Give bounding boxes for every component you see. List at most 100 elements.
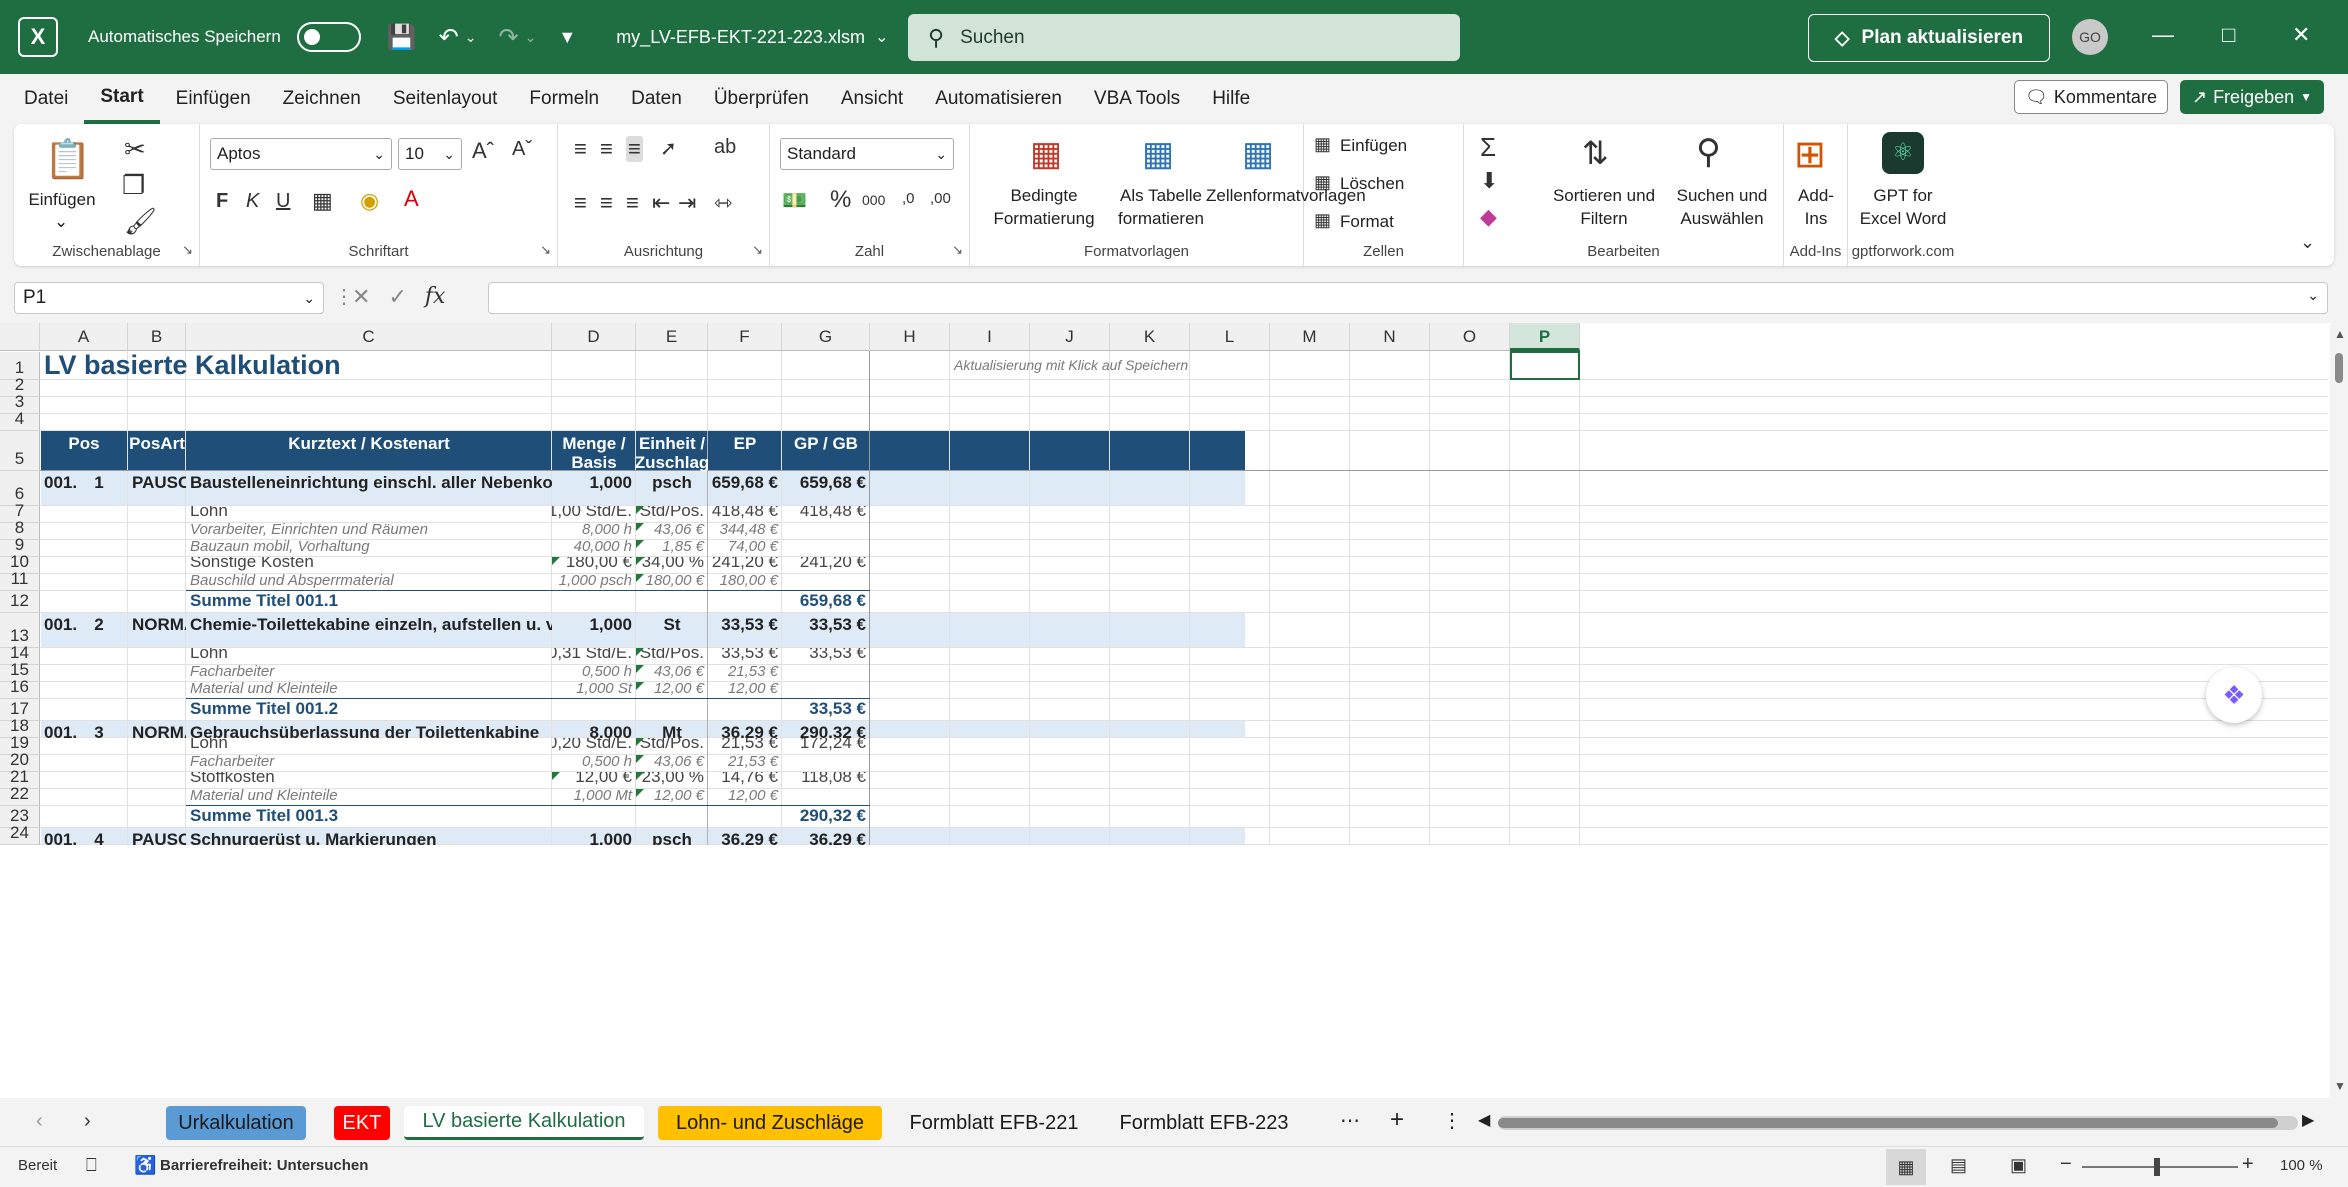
cell-subtext[interactable]: Bauschild und Absperrmaterial xyxy=(186,574,552,591)
zoom-slider[interactable] xyxy=(2082,1158,2238,1176)
cell-sum-value[interactable]: 290,32 € xyxy=(782,806,870,828)
copilot-icon[interactable]: ❖ xyxy=(2206,667,2262,723)
add-sheet-icon[interactable]: + xyxy=(1390,1106,1404,1134)
cell-posart[interactable]: NORMAL xyxy=(128,721,186,738)
name-box[interactable]: P1 ⌄ xyxy=(14,282,324,314)
cell-gb[interactable]: 241,20 € xyxy=(782,557,870,574)
redo-dropdown-icon[interactable]: ⌄ xyxy=(525,29,537,46)
cell-subtext[interactable]: Facharbeiter xyxy=(186,665,552,682)
decrease-font-icon[interactable]: Aˇ xyxy=(512,138,532,161)
clear-icon[interactable]: ◆ xyxy=(1480,204,1497,230)
cell-sum-label[interactable]: Summe Titel 001.1 xyxy=(186,591,552,613)
addins-icon[interactable]: ⊞ xyxy=(1794,132,1826,177)
row-header[interactable]: 16 xyxy=(0,677,40,699)
scroll-down-icon[interactable]: ▼ xyxy=(2334,1079,2346,1093)
ribbon-tab-datei[interactable]: Datei xyxy=(8,74,84,124)
cell-kurztext[interactable]: Baustelleneinrichtung einschl. aller Neb… xyxy=(186,471,552,506)
accessibility-icon[interactable]: ♿ xyxy=(134,1155,156,1176)
increase-font-icon[interactable]: Aˆ xyxy=(472,138,494,164)
cell-gb[interactable]: 33,53 € xyxy=(782,648,870,665)
merge-icon[interactable]: ⇿ xyxy=(714,190,732,216)
ribbon-tab-überprüfen[interactable]: Überprüfen xyxy=(698,74,825,124)
cell-posart[interactable]: PAUSCH. xyxy=(128,471,186,506)
wrap-text-icon[interactable]: ab xyxy=(714,136,736,159)
orientation-icon[interactable]: ➚ xyxy=(660,136,677,161)
delete-cells-icon[interactable]: ▦ xyxy=(1314,172,1331,193)
undo-dropdown-icon[interactable]: ⌄ xyxy=(465,29,477,46)
cell-gb[interactable]: 418,48 € xyxy=(782,506,870,523)
ribbon-tab-daten[interactable]: Daten xyxy=(615,74,698,124)
column-header-c[interactable]: C xyxy=(186,323,552,351)
horizontal-scroll-thumb[interactable] xyxy=(1498,1118,2278,1128)
ribbon-tab-ansicht[interactable]: Ansicht xyxy=(825,74,919,124)
number-launcher-icon[interactable]: ↘ xyxy=(952,242,963,258)
sheet-tab-formblatt-efb-221[interactable]: Formblatt EFB-221 xyxy=(896,1106,1092,1140)
cell-sub-ep[interactable]: 12,00 € xyxy=(708,789,782,806)
row-header[interactable]: 24 xyxy=(0,823,40,845)
gpt-button[interactable]: GPT for Excel Word xyxy=(1852,184,1954,230)
autosave-toggle[interactable] xyxy=(296,22,361,52)
cell-kostenart[interactable]: Stoffkosten xyxy=(186,772,552,789)
column-header-g[interactable]: G xyxy=(782,323,870,351)
tab-next-icon[interactable]: › xyxy=(84,1110,91,1133)
cell-pos-number[interactable]: 1 xyxy=(40,471,128,506)
paste-icon[interactable]: 📋 xyxy=(44,138,91,182)
sheet-tab-urkalkulation[interactable]: Urkalkulation xyxy=(166,1106,306,1140)
cell-sub-basis[interactable]: 0,500 h xyxy=(552,755,636,772)
undo-icon[interactable]: ↶ xyxy=(439,23,459,52)
clipboard-launcher-icon[interactable]: ↘ xyxy=(182,242,193,258)
fill-icon[interactable]: ⬇ xyxy=(1480,168,1498,194)
table-header-einheit[interactable]: Einheit / Zuschlag xyxy=(636,431,708,471)
close-icon[interactable]: ✕ xyxy=(2292,22,2310,48)
cell-subtext[interactable]: Vorarbeiter, Einrichten und Räumen xyxy=(186,523,552,540)
sheet-title[interactable]: LV basierte Kalkulation xyxy=(40,350,552,380)
cell-einheit[interactable]: psch xyxy=(636,828,708,845)
cell-sub-basis[interactable]: 8,000 h xyxy=(552,523,636,540)
cell-sum-value[interactable]: 659,68 € xyxy=(782,591,870,613)
decrease-decimal-icon[interactable]: ,00 xyxy=(930,190,951,207)
cell-menge[interactable]: 1,000 xyxy=(552,828,636,845)
align-middle-icon[interactable]: ≡ xyxy=(600,136,613,162)
cell-zuschlag[interactable]: 1,60 Std/Pos. xyxy=(636,738,708,755)
column-header-h[interactable]: H xyxy=(870,323,950,351)
format-table-button[interactable]: Als Tabelle formatieren xyxy=(1118,184,1204,230)
cell-styles-button[interactable]: Zellenformatvorlagen xyxy=(1206,184,1366,207)
selected-cell-p1[interactable] xyxy=(1510,351,1580,380)
cell-ep[interactable]: 33,53 € xyxy=(708,648,782,665)
vertical-scroll-thumb[interactable] xyxy=(2335,353,2343,383)
column-header-o[interactable]: O xyxy=(1430,323,1510,351)
row-header[interactable]: 22 xyxy=(0,784,40,806)
row-header[interactable]: 12 xyxy=(0,591,40,613)
format-cells-icon[interactable]: ▦ xyxy=(1314,210,1331,231)
table-header-ep[interactable]: EP xyxy=(708,431,782,471)
cell-gp[interactable]: 36,29 € xyxy=(782,828,870,845)
cell-sub-price[interactable]: 43,06 € xyxy=(636,523,708,540)
ribbon-tab-hilfe[interactable]: Hilfe xyxy=(1196,74,1266,124)
customize-toolbar-icon[interactable]: ▼ xyxy=(558,27,576,48)
cell-sum-value[interactable]: 33,53 € xyxy=(782,699,870,721)
sheet-tab-ekt[interactable]: EKT xyxy=(334,1106,390,1140)
font-name-select[interactable]: Aptos ⌄ xyxy=(210,138,392,170)
cell-einheit[interactable]: psch xyxy=(636,471,708,506)
align-center-icon[interactable]: ≡ xyxy=(600,190,613,216)
cell-gb[interactable]: 172,24 € xyxy=(782,738,870,755)
column-header-p[interactable]: P xyxy=(1510,323,1580,351)
scroll-right-icon[interactable]: ▶ xyxy=(2302,1110,2314,1130)
cell-sub-basis[interactable]: 1,000 psch xyxy=(552,574,636,591)
table-header-gp[interactable]: GP / GB xyxy=(782,431,870,471)
more-sheets-icon[interactable]: ⋯ xyxy=(1340,1108,1360,1133)
cell-styles-icon[interactable]: ▦ xyxy=(1242,134,1274,174)
zoom-slider-thumb[interactable] xyxy=(2154,1158,2160,1176)
cell-sub-price[interactable]: 43,06 € xyxy=(636,755,708,772)
underline-icon[interactable]: U xyxy=(276,190,290,213)
column-header-f[interactable]: F xyxy=(708,323,782,351)
column-header-d[interactable]: D xyxy=(552,323,636,351)
find-select-button[interactable]: Suchen und Auswählen xyxy=(1664,184,1780,230)
cell-posart[interactable]: NORMAL xyxy=(128,613,186,648)
cell-sub-basis[interactable]: 1,000 St xyxy=(552,682,636,699)
cell-sub-ep[interactable]: 74,00 € xyxy=(708,540,782,557)
collapse-ribbon-icon[interactable]: ⌄ xyxy=(2300,232,2315,253)
scroll-up-icon[interactable]: ▲ xyxy=(2334,327,2346,341)
conditional-format-icon[interactable]: ▦ xyxy=(1030,134,1062,174)
paste-button[interactable]: Einfügen xyxy=(26,188,98,211)
